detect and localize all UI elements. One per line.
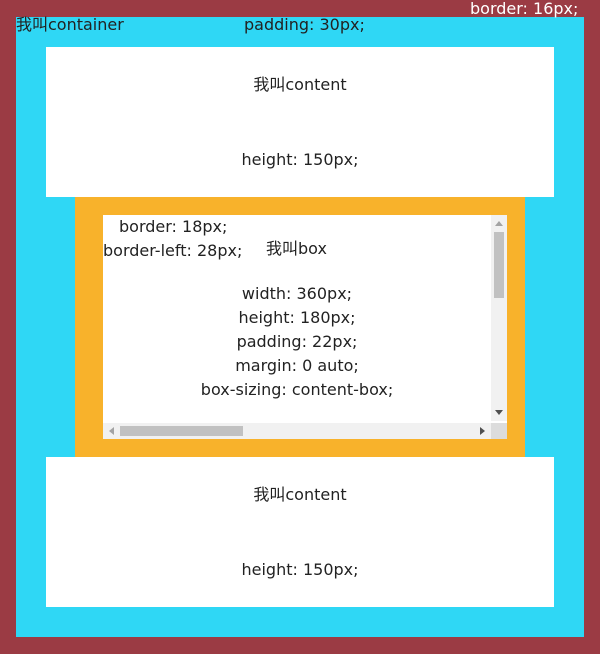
box-border-text: border: 18px; [119, 217, 228, 236]
scrollbar-corner [491, 423, 507, 439]
content-name: 我叫content [253, 485, 347, 504]
border-label: border: 16px; [470, 0, 579, 18]
box-sizing-text: box-sizing: content-box; [200, 380, 394, 399]
box-height-text: height: 180px; [238, 308, 356, 327]
padding-label: padding: 30px; [244, 15, 365, 34]
scroll-down-icon[interactable] [495, 410, 503, 415]
box-border-left-text: border-left: 28px; [103, 241, 243, 260]
content-height: height: 150px; [241, 560, 359, 579]
horizontal-scroll-thumb[interactable] [120, 426, 243, 436]
box-width-text: width: 360px; [241, 284, 353, 303]
content-top: 我叫content height: 150px; [46, 47, 554, 197]
box-padding-text: padding: 22px; [236, 332, 358, 351]
vertical-scrollbar[interactable] [491, 215, 507, 421]
container-label: 我叫container [16, 15, 124, 34]
box-margin-text: margin: 0 auto; [235, 356, 359, 375]
vertical-scroll-thumb[interactable] [494, 232, 504, 298]
content-name: 我叫content [253, 75, 347, 94]
scroll-right-icon[interactable] [480, 427, 485, 435]
box[interactable]: border: 18px; border-left: 28px; 我叫box w… [103, 215, 507, 439]
horizontal-scrollbar[interactable] [103, 423, 491, 439]
scroll-left-icon[interactable] [109, 427, 114, 435]
box-name: 我叫box [266, 239, 327, 258]
content-height: height: 150px; [241, 150, 359, 169]
scroll-up-icon[interactable] [495, 221, 503, 226]
content-bottom: 我叫content height: 150px; [46, 457, 554, 607]
